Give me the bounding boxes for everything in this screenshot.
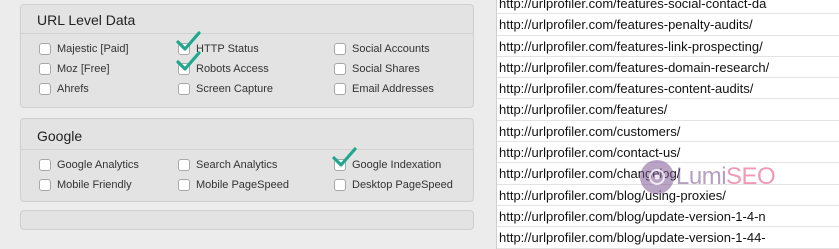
panel-title: Google: [37, 128, 83, 144]
checkbox-label: Mobile Friendly: [57, 179, 132, 191]
checkbox-box[interactable]: [178, 159, 190, 171]
checkbox-box[interactable]: [39, 179, 51, 191]
url-row[interactable]: http://urlprofiler.com/features-social-c…: [497, 0, 839, 15]
url-list[interactable]: http://urlprofiler.com/features-social-c…: [496, 0, 839, 249]
checkbox-label: Search Analytics: [196, 159, 278, 171]
checkbox-label: Moz [Free]: [57, 63, 110, 75]
checkbox-box[interactable]: [334, 179, 346, 191]
panel-title: URL Level Data: [37, 12, 136, 28]
checkbox-box[interactable]: [178, 179, 190, 191]
url-row[interactable]: http://urlprofiler.com/features/: [497, 99, 839, 121]
url-level-data-panel: URL Level Data Majestic [Paid] HTTP Statu…: [20, 4, 474, 108]
checkbox-label: Majestic [Paid]: [57, 43, 129, 55]
checkbox-label: HTTP Status: [196, 43, 259, 55]
checkbox-robots-access[interactable]: Robots Access: [176, 51, 269, 77]
url-row[interactable]: http://urlprofiler.com/features-domain-r…: [497, 57, 839, 79]
url-row[interactable]: http://urlprofiler.com/features-link-pro…: [497, 36, 839, 57]
checkbox-label: Social Accounts: [352, 43, 430, 55]
checkbox-screen-capture[interactable]: Screen Capture: [178, 81, 273, 97]
url-row[interactable]: http://urlprofiler.com/features-content-…: [497, 78, 839, 100]
url-row[interactable]: http://urlprofiler.com/blog/update-versi…: [497, 206, 839, 228]
checkbox-moz-free[interactable]: Moz [Free]: [39, 61, 110, 77]
checkbox-label: Robots Access: [196, 63, 269, 75]
divider: [21, 149, 473, 150]
checkbox-social-shares[interactable]: Social Shares: [334, 61, 420, 77]
checkbox-google-analytics[interactable]: Google Analytics: [39, 157, 139, 173]
checkbox-mobile-pagespeed[interactable]: Mobile PageSpeed: [178, 177, 289, 193]
checkbox-box[interactable]: [334, 83, 346, 95]
checkbox-social-accounts[interactable]: Social Accounts: [334, 41, 430, 57]
checkbox-email-addresses[interactable]: Email Addresses: [334, 81, 434, 97]
checkbox-google-indexation[interactable]: Google Indexation: [332, 147, 442, 173]
url-row[interactable]: http://urlprofiler.com/features-penalty-…: [497, 14, 839, 36]
checkbox-box[interactable]: [39, 83, 51, 95]
options-pane: URL Level Data Majestic [Paid] HTTP Statu…: [0, 0, 482, 230]
checkbox-label: Desktop PageSpeed: [352, 179, 453, 191]
url-row[interactable]: http://urlprofiler.com/contact-us/: [497, 142, 839, 164]
checkbox-box[interactable]: [39, 63, 51, 75]
checkbox-majestic-paid[interactable]: Majestic [Paid]: [39, 41, 129, 57]
url-row[interactable]: http://urlprofiler.com/changelog/: [497, 163, 839, 185]
checkbox-box[interactable]: [39, 43, 51, 55]
checkbox-http-status[interactable]: HTTP Status: [176, 31, 259, 57]
checkbox-label: Google Analytics: [57, 159, 139, 171]
checkbox-label: Mobile PageSpeed: [196, 179, 289, 191]
checkbox-ahrefs[interactable]: Ahrefs: [39, 81, 89, 97]
checkbox-label: Screen Capture: [196, 83, 274, 95]
url-row[interactable]: http://urlprofiler.com/blog/using-proxie…: [497, 185, 839, 206]
checkbox-search-analytics[interactable]: Search Analytics: [178, 157, 277, 173]
url-row[interactable]: http://urlprofiler.com/customers/: [497, 121, 839, 143]
checkbox-box[interactable]: [332, 147, 357, 171]
url-row[interactable]: http://urlprofiler.com/blog/update-versi…: [497, 227, 839, 249]
checkbox-mobile-friendly[interactable]: Mobile Friendly: [39, 177, 132, 193]
checkbox-box[interactable]: [178, 83, 190, 95]
checkbox-box[interactable]: [176, 31, 201, 55]
checkbox-desktop-pagespeed[interactable]: Desktop PageSpeed: [334, 177, 453, 193]
checkbox-label: Google Indexation: [352, 159, 442, 171]
checkbox-label: Email Addresses: [352, 83, 434, 95]
checkbox-box[interactable]: [176, 51, 201, 75]
checkbox-box[interactable]: [39, 159, 51, 171]
checkbox-label: Social Shares: [352, 63, 420, 75]
checkbox-label: Ahrefs: [57, 83, 89, 95]
url-list-pane: http://urlprofiler.com/features-social-c…: [482, 0, 839, 249]
next-panel: [20, 210, 474, 230]
checkbox-box[interactable]: [334, 43, 346, 55]
checkbox-box[interactable]: [334, 63, 346, 75]
google-panel: Google Google Analytics Search Analytics G…: [20, 118, 474, 202]
divider: [21, 33, 473, 34]
